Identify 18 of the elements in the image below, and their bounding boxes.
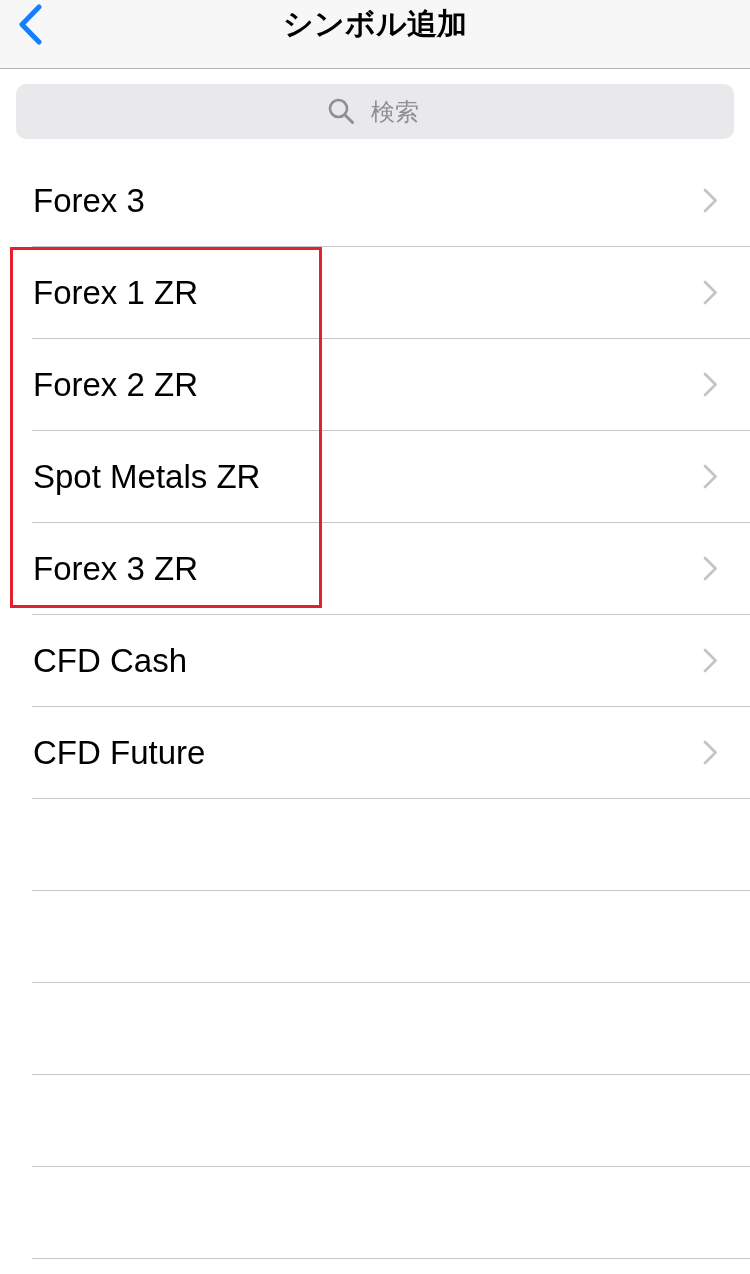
chevron-icon (703, 648, 718, 673)
list-row[interactable]: Spot Metals ZR (32, 431, 750, 523)
back-icon[interactable] (18, 4, 43, 45)
search-icon (328, 98, 354, 125)
list-row[interactable]: Forex 3 ZR (32, 523, 750, 615)
list-row[interactable]: CFD Cash (32, 615, 750, 707)
chevron-icon (703, 556, 718, 581)
list-row[interactable]: Forex 2 ZR (32, 339, 750, 431)
search-field[interactable]: 検索 (16, 84, 734, 139)
nav-title: シンボル追加 (283, 6, 467, 42)
chevron-icon (703, 740, 718, 765)
chevron-icon (703, 188, 718, 213)
list-row[interactable]: Forex 3 (32, 155, 750, 247)
chevron-icon (703, 464, 718, 489)
list-row[interactable]: Forex 1 ZR (32, 247, 750, 339)
chevron-icon (703, 372, 718, 397)
chevron-icon (703, 280, 718, 305)
list-row[interactable]: CFD Future (32, 707, 750, 799)
